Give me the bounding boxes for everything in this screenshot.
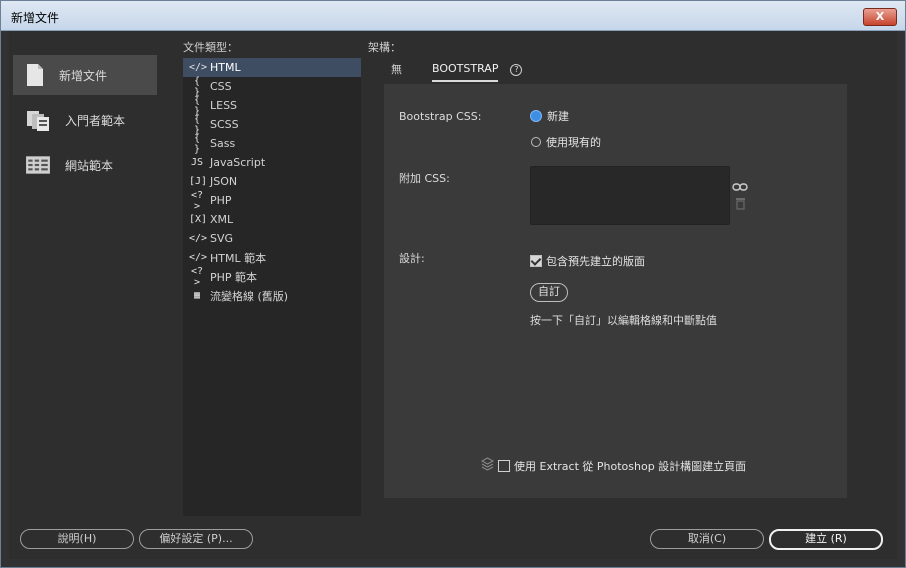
attach-css-label: 附加 CSS:: [399, 172, 450, 185]
doc-type-label: XML: [210, 213, 234, 226]
doc-type-xml[interactable]: [X] XML: [183, 210, 361, 229]
doc-type-label: Sass: [210, 137, 236, 150]
create-button[interactable]: 建立 (R): [769, 529, 883, 550]
doc-type-svg[interactable]: </> SVG: [183, 229, 361, 248]
nav-item-label: 入門者範本: [65, 113, 126, 128]
doc-type-php-template[interactable]: <?> PHP 範本: [183, 265, 361, 288]
help-button[interactable]: 說明(H): [20, 529, 134, 549]
braces-icon: { }: [193, 132, 201, 155]
javascript-icon: JS: [190, 157, 204, 168]
nav-item-starter-templates[interactable]: 入門者範本: [13, 100, 157, 140]
doc-type-label: JSON: [210, 175, 238, 188]
code-tag-icon: </>: [189, 252, 208, 263]
doc-type-html[interactable]: </> HTML: [183, 58, 361, 77]
bootstrap-css-label: Bootstrap CSS:: [399, 110, 482, 123]
doc-type-sass[interactable]: { } Sass: [183, 132, 361, 155]
doc-type-label: CSS: [210, 80, 232, 93]
doc-type-label: SVG: [210, 232, 234, 245]
customize-hint: 按一下「自訂」以編輯格線和中斷點值: [530, 314, 717, 327]
link-icon[interactable]: [732, 182, 748, 192]
preferences-button[interactable]: 偏好設定 (P)...: [139, 529, 253, 549]
close-button[interactable]: X: [863, 8, 897, 26]
doc-type-label: 流變格線 (舊版): [210, 289, 289, 303]
doc-type-list[interactable]: </> HTML { } CSS { } LESS { } SCSS { } Sass J…: [183, 58, 361, 516]
doc-type-php[interactable]: <?> PHP: [183, 189, 361, 212]
use-extract-label: 使用 Extract 從 Photoshop 設計構圖建立頁面: [514, 460, 747, 473]
radio-selected-icon: [530, 110, 542, 122]
bootstrap-panel: Bootstrap CSS: 新建 使用現有的 附加 CSS: 設計: 包含預先…: [384, 84, 847, 498]
radio-use-existing[interactable]: 使用現有的: [531, 134, 601, 150]
include-prebuilt-label: 包含預先建立的版面: [546, 255, 645, 268]
doc-type-json[interactable]: [J] JSON: [183, 172, 361, 191]
left-nav: 新增文件 入門者範本 網站範本: [13, 55, 157, 190]
checkbox-unchecked-icon: [498, 460, 510, 472]
doc-type-label: PHP: [210, 194, 232, 207]
xml-icon: [X]: [189, 214, 208, 225]
doc-type-scss[interactable]: { } SCSS: [183, 114, 361, 136]
doc-type-header: 文件類型：: [183, 41, 238, 54]
radio-new-label: 新建: [547, 110, 569, 123]
radio-new[interactable]: 新建: [530, 108, 569, 124]
tab-none[interactable]: 無: [391, 60, 402, 81]
doc-type-label: HTML: [210, 61, 241, 74]
nav-item-site-templates[interactable]: 網站範本: [13, 145, 157, 185]
dialog-title: 新增文件: [11, 11, 60, 25]
help-icon[interactable]: ?: [510, 64, 523, 76]
doc-type-javascript[interactable]: JS JavaScript: [183, 153, 361, 172]
php-icon: <?>: [190, 189, 204, 212]
tab-bootstrap[interactable]: BOOTSTRAP: [432, 59, 499, 82]
cancel-button[interactable]: 取消(C): [650, 529, 764, 549]
doc-type-fluid-grid[interactable]: ▦ 流變格線 (舊版): [183, 286, 361, 305]
framework-tabs: 無 BOOTSTRAP ?: [391, 59, 523, 82]
title-bar: 新增文件 X: [1, 1, 905, 31]
code-tag-icon: </>: [189, 62, 208, 73]
php-icon: <?>: [190, 265, 204, 288]
extract-icon: [481, 457, 494, 471]
doc-type-label: PHP 範本: [210, 270, 258, 284]
radio-unselected-icon: [531, 137, 541, 147]
doc-type-html-template[interactable]: </> HTML 範本: [183, 248, 361, 267]
include-prebuilt-checkbox[interactable]: 包含預先建立的版面: [530, 253, 645, 269]
nav-item-label: 新增文件: [59, 68, 108, 83]
design-label: 設計:: [399, 252, 425, 265]
attached-css-list[interactable]: [530, 166, 730, 225]
site-templates-icon: [26, 156, 50, 174]
new-document-dialog: 新增文件 X 新增文件 入門者範本 網站範本 文件類型： </> HTML {…: [0, 0, 906, 568]
starter-templates-icon: [27, 111, 49, 131]
checkbox-checked-icon: [530, 255, 542, 267]
doc-type-css[interactable]: { } CSS: [183, 76, 361, 98]
nav-item-label: 網站範本: [65, 158, 114, 173]
dialog-body: 新增文件 入門者範本 網站範本 文件類型： </> HTML {} CSS {…: [9, 31, 897, 559]
doc-type-label: LESS: [210, 99, 238, 112]
blank-document-icon: [27, 64, 43, 86]
grid-page-icon: ▦: [193, 290, 201, 301]
doc-type-label: HTML 範本: [210, 251, 267, 265]
code-tag-icon: </>: [189, 233, 208, 244]
json-icon: [J]: [189, 176, 208, 187]
use-extract-checkbox[interactable]: 使用 Extract 從 Photoshop 設計構圖建立頁面: [498, 458, 746, 474]
doc-type-label: JavaScript: [210, 156, 266, 169]
doc-type-label: SCSS: [210, 118, 239, 131]
framework-header: 架構：: [368, 41, 401, 54]
radio-existing-label: 使用現有的: [546, 136, 601, 149]
nav-item-new-document[interactable]: 新增文件: [13, 55, 157, 95]
trash-icon[interactable]: [735, 197, 746, 210]
customize-button[interactable]: 自訂: [530, 283, 568, 302]
doc-type-less[interactable]: { } LESS: [183, 95, 361, 117]
